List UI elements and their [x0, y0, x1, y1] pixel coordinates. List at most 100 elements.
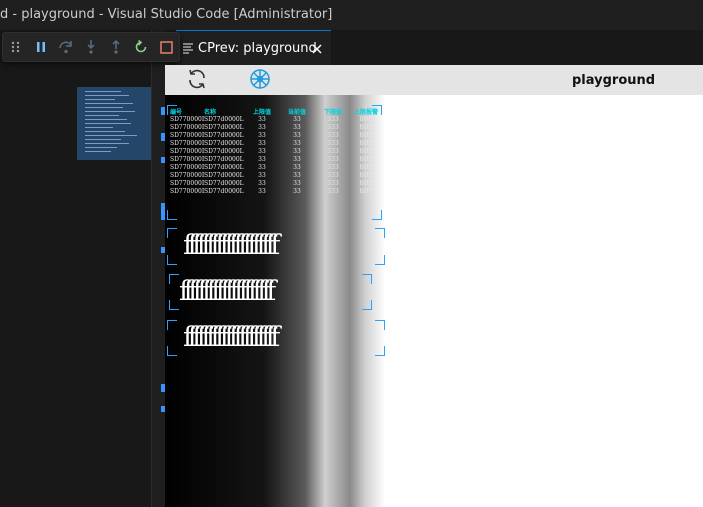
table-row: SD770000L SD77d0000L 33 33 333 BBB	[170, 116, 380, 124]
table-cell: BBB	[359, 140, 373, 147]
table-cell: BBB	[359, 116, 373, 123]
preview-file-icon	[182, 39, 194, 58]
table-cell: BBB	[359, 132, 373, 139]
selection-corner	[375, 228, 385, 238]
table-header-cell: 上限报警	[353, 109, 378, 116]
minimap-line	[85, 95, 129, 96]
table-header-cell: 编号	[170, 109, 183, 116]
table-cell: 33	[258, 156, 266, 163]
table-cell: SD77d0000L	[204, 188, 244, 195]
table-cell: 33	[293, 172, 301, 179]
table-cell: 33	[258, 148, 266, 155]
table-cell: 333	[327, 148, 339, 155]
table-cell: 333	[327, 124, 339, 131]
table-cell: 333	[327, 156, 339, 163]
minimap-line	[85, 91, 121, 92]
stop-icon[interactable]	[154, 34, 179, 60]
table-header: 编号 名称 上限值 当前值 下限值 上限报警	[170, 107, 380, 116]
minimap-line	[85, 131, 125, 132]
table-cell: BBB	[359, 172, 373, 179]
table-cell: BBB	[359, 156, 373, 163]
table-cell: 333	[327, 188, 339, 195]
selection-corner	[167, 210, 177, 220]
selection-corner	[167, 346, 177, 356]
table-row: SD770000L SD77d0000L 33 33 333 BBB	[170, 148, 380, 156]
table-cell: SD770000L	[170, 140, 204, 147]
table-row: SD770000L SD77d0000L 33 33 333 BBB	[170, 140, 380, 148]
table-cell: SD770000L	[170, 172, 204, 179]
selection-corner	[167, 228, 177, 238]
selection-corner	[372, 210, 382, 220]
restart-icon[interactable]	[129, 34, 154, 60]
tab-cprev-playground[interactable]: CPrev: playground	[176, 30, 331, 65]
minimap-line	[85, 151, 111, 152]
minimap-line	[85, 147, 117, 148]
table-cell: 333	[327, 172, 339, 179]
table-cell: SD770000L	[170, 156, 204, 163]
title-bar: d - playground - Visual Studio Code [Adm…	[0, 0, 703, 30]
table-row: SD770000L SD77d0000L 33 33 333 BBB	[170, 172, 380, 180]
table-cell: 333	[327, 140, 339, 147]
table-cell: SD770000L	[170, 180, 204, 187]
table-cell: SD77d0000L	[204, 124, 244, 131]
refresh-icon[interactable]	[186, 68, 208, 94]
preview-panel: playground 编号 名称 上限值 当前值 下限值 上限报警 SD7700…	[165, 65, 703, 507]
step-into-icon[interactable]	[78, 34, 103, 60]
dharma-wheel-icon[interactable]	[249, 68, 271, 94]
table-cell: 33	[258, 140, 266, 147]
window-title: d - playground - Visual Studio Code [Adm…	[0, 7, 333, 22]
selection-corner	[362, 300, 372, 310]
selection-corner	[362, 274, 372, 284]
selection-corner	[375, 320, 385, 330]
table-cell: SD77d0000L	[204, 172, 244, 179]
table-cell: SD77d0000L	[204, 148, 244, 155]
text-block: ffffffffffffffffffff	[183, 230, 280, 261]
minimap-line	[85, 139, 121, 140]
selection-corner	[375, 346, 385, 356]
table-cell: 33	[293, 156, 301, 163]
table-cell: 33	[293, 140, 301, 147]
table-cell: 333	[327, 164, 339, 171]
minimap-line	[85, 107, 123, 108]
selection-corner	[167, 255, 177, 265]
table-cell: SD77d0000L	[204, 132, 244, 139]
table-cell: 33	[293, 164, 301, 171]
table-cell: SD77d0000L	[204, 164, 244, 171]
step-out-icon[interactable]	[104, 34, 129, 60]
table-row: SD770000L SD77d0000L 33 33 333 BBB	[170, 156, 380, 164]
table-cell: SD770000L	[170, 148, 204, 155]
table-cell: 333	[327, 180, 339, 187]
close-icon[interactable]	[311, 40, 323, 59]
minimap-line	[85, 143, 129, 144]
table-cell: 33	[258, 164, 266, 171]
table-cell: BBB	[359, 148, 373, 155]
table-cell: BBB	[359, 164, 373, 171]
table-header-cell: 上限值	[252, 109, 271, 116]
table-cell: SD77d0000L	[204, 140, 244, 147]
minimap-line	[85, 103, 133, 104]
table-cell: 33	[258, 124, 266, 131]
pause-icon[interactable]	[28, 34, 53, 60]
preview-toolbar: playground	[165, 65, 703, 95]
table-cell: SD770000L	[170, 132, 204, 139]
step-over-icon[interactable]	[53, 34, 78, 60]
text-block: ffffffffffffffffffff	[183, 322, 280, 353]
minimap[interactable]	[77, 87, 151, 160]
table-cell: SD770000L	[170, 116, 204, 123]
table-cell: SD77d0000L	[204, 180, 244, 187]
table-header-cell: 下限值	[323, 109, 342, 116]
table-cell: 33	[293, 148, 301, 155]
table-cell: BBB	[359, 188, 373, 195]
gripper-icon[interactable]	[3, 34, 28, 60]
table-row: SD770000L SD77d0000L 33 33 333 BBB	[170, 188, 380, 196]
table-cell: 333	[327, 132, 339, 139]
minimap-line	[85, 135, 137, 136]
table-cell: 33	[258, 116, 266, 123]
table-header-cell: 名称	[204, 109, 217, 116]
minimap-line	[85, 119, 127, 120]
table-row: SD770000L SD77d0000L 33 33 333 BBB	[170, 164, 380, 172]
table-cell: SD770000L	[170, 124, 204, 131]
table-cell: SD770000L	[170, 188, 204, 195]
table-row: SD770000L SD77d0000L 33 33 333 BBB	[170, 132, 380, 140]
table-cell: 33	[293, 116, 301, 123]
